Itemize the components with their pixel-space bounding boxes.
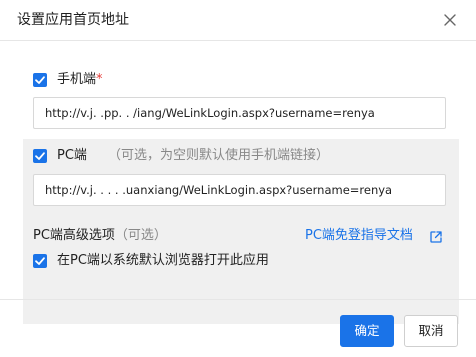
external-link-icon[interactable]: [429, 229, 443, 243]
pc-advanced-options: PC端高级选项（可选）: [33, 228, 167, 244]
open-default-browser-label: 在PC端以系统默认浏览器打开此应用: [57, 253, 269, 268]
mobile-checkbox[interactable]: [33, 73, 47, 87]
mobile-label-text: 手机端: [57, 72, 97, 87]
dialog-header: 设置应用首页地址: [0, 0, 476, 41]
required-mark: *: [96, 72, 103, 87]
mobile-label: 手机端*: [57, 72, 103, 88]
check-icon: [35, 257, 45, 265]
open-default-browser-checkbox[interactable]: [33, 254, 47, 268]
check-icon: [35, 152, 45, 160]
confirm-button[interactable]: 确定: [340, 315, 394, 347]
pc-url-input[interactable]: http://v.j. . . . .uanxiang/WeLinkLogin.…: [33, 174, 446, 206]
cancel-button[interactable]: 取消: [404, 315, 458, 347]
close-icon[interactable]: [442, 12, 458, 28]
check-icon: [35, 76, 45, 84]
settings-dialog: 设置应用首页地址 手机端* http://v.j. .pp. . /iang/W…: [0, 0, 476, 357]
pc-checkbox[interactable]: [33, 149, 47, 163]
dialog-body: 手机端* http://v.j. .pp. . /iang/WeLinkLogi…: [0, 41, 476, 324]
pc-hint: （可选，为空则默认使用手机端链接）: [108, 148, 330, 163]
mobile-url-input[interactable]: http://v.j. .pp. . /iang/WeLinkLogin.asp…: [33, 97, 446, 129]
pc-label-text: PC端: [57, 148, 87, 163]
dialog-footer: 确定 取消: [0, 299, 476, 357]
pc-guide-link[interactable]: PC端免登指导文档: [305, 228, 413, 244]
dialog-title: 设置应用首页地址: [17, 12, 129, 28]
pc-advanced-hint: （可选）: [114, 228, 167, 243]
pc-label: PC端: [57, 148, 87, 164]
pc-advanced-label: PC端高级选项: [33, 228, 115, 243]
